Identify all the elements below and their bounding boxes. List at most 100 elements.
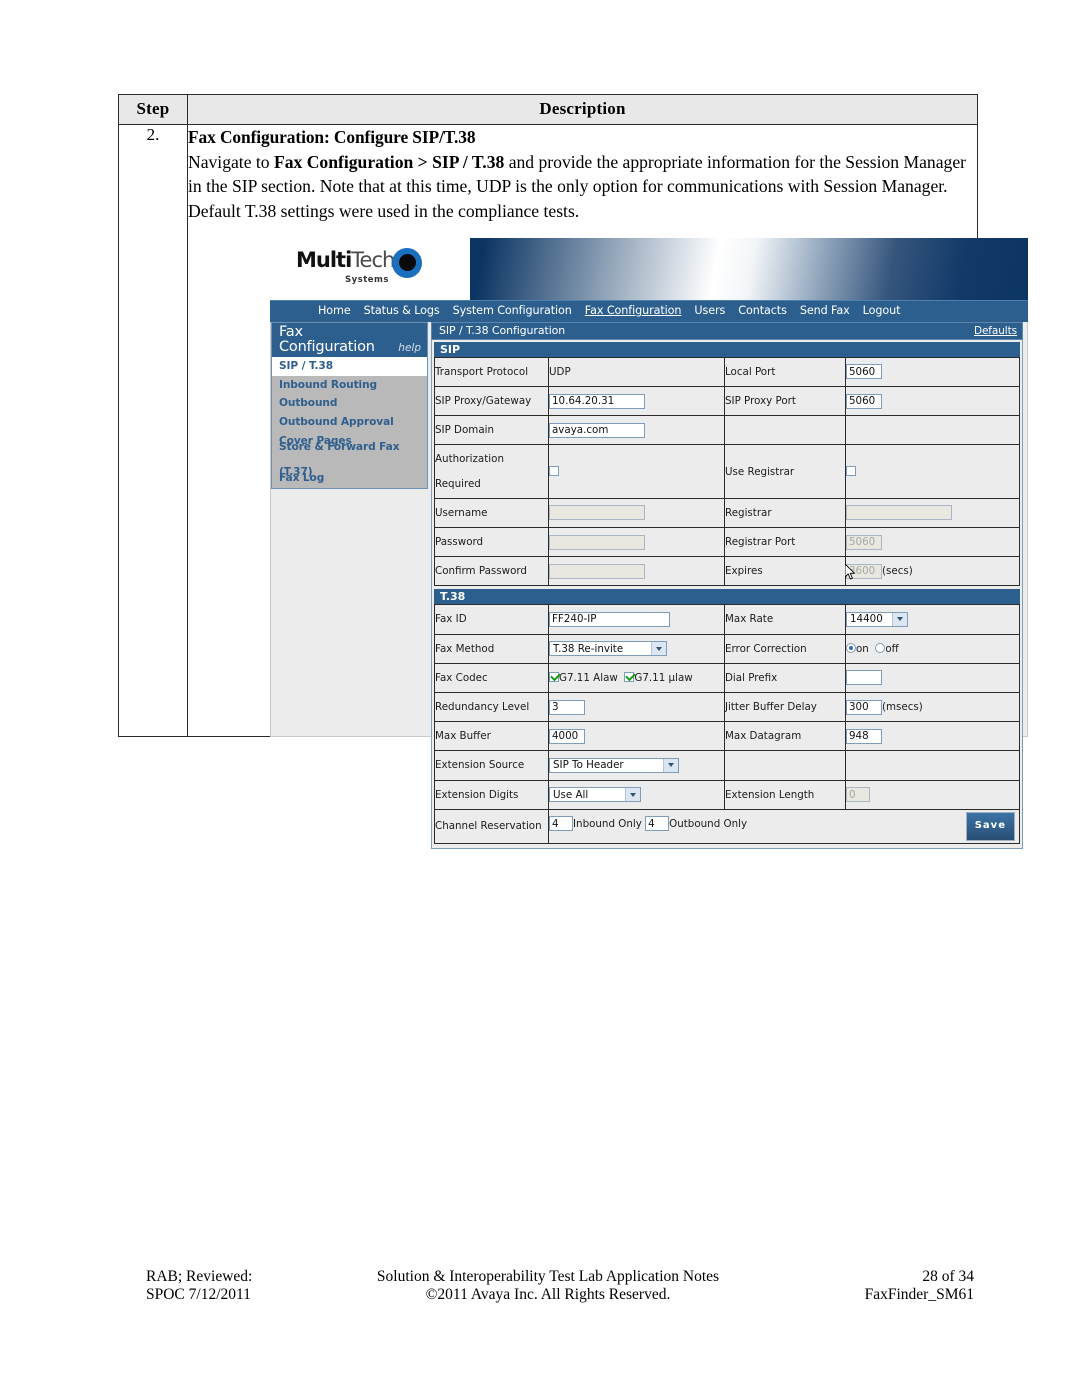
extension-digits-value: Use All [553,788,589,801]
error-correction-off-label: off [885,642,899,655]
extension-length-input[interactable] [846,787,870,803]
label-expires: Expires [724,556,846,587]
redundancy-level-input[interactable] [549,699,585,715]
sip-proxy-gateway-input[interactable] [549,393,645,409]
t38-form: Fax ID Max Rate 14400 [434,604,1020,845]
step-body: Navigate to Fax Configuration > SIP / T.… [188,150,977,223]
nav-item-users[interactable]: Users [694,299,725,323]
channel-outbound-input[interactable] [645,816,670,832]
form-row-fax-codec: Fax Codec G7.11 Alaw G7.11 µlaw Dial Pre… [434,662,1020,694]
max-datagram-input[interactable] [846,728,882,744]
local-port-input[interactable] [846,364,882,380]
label-extension-source: Extension Source [434,750,549,781]
label-password: Password [434,527,549,558]
form-row-channel-reservation: Channel Reservation Inbound Only Outboun… [434,808,1020,845]
sidebar: Fax Configuration help SIP / T.38 Inboun… [271,321,428,736]
label-username: Username [434,497,549,529]
logo-wordmark: MultiTech’ [296,249,401,270]
expires-input[interactable] [846,563,882,579]
label-redundancy-level: Redundancy Level [434,692,549,723]
label-jitter-buffer-delay: Jitter Buffer Delay [724,692,846,723]
form-row-authorization: Authorization Required Use Registrar [434,444,1020,499]
nav-item-send-fax[interactable]: Send Fax [800,299,850,323]
footer-document-title: Solution & Interoperability Test Lab App… [376,1268,720,1285]
dial-prefix-input[interactable] [846,670,882,686]
label-sip-domain: SIP Domain [434,415,549,446]
username-input[interactable] [549,505,645,521]
authorization-required-checkbox[interactable] [549,465,559,476]
step-description-table: Step Description 2. Fax Configuration: C… [118,94,1028,850]
error-correction-on-label: on [856,642,869,655]
use-registrar-checkbox[interactable] [846,465,856,476]
nav-item-home[interactable]: Home [318,299,351,323]
label-fax-method: Fax Method [434,633,549,664]
label-extension-length: Extension Length [724,779,846,810]
sip-section-header: SIP [434,341,1020,357]
main-content: SIP / T.38 Configuration Defaults SIP Tr… [428,319,1027,850]
registrar-input[interactable] [846,505,952,521]
registrar-port-input[interactable] [846,534,882,550]
fax-method-value: T.38 Re-invite [553,642,624,655]
max-rate-value: 14400 [850,613,883,626]
sip-proxy-port-input[interactable] [846,393,882,409]
form-row-fax-id: Fax ID Max Rate 14400 [434,604,1020,635]
label-transport-protocol: Transport Protocol [434,356,549,388]
logo-systems: Systems [345,274,389,285]
codec-alaw-checkbox[interactable] [549,671,559,682]
step-body-emphasis: Fax Configuration > SIP / T.38 [273,152,505,173]
nav-item-fax-configuration[interactable]: Fax Configuration [585,299,682,323]
chevron-down-icon [663,758,678,772]
table-header-row: Step Description [118,94,978,125]
extension-digits-select[interactable]: Use All [549,787,641,803]
label-confirm-password: Confirm Password [434,556,549,587]
form-row-extension-source: Extension Source SIP To Header [434,750,1020,781]
label-registrar: Registrar [724,497,846,529]
help-link[interactable]: help [398,336,421,360]
form-row-redundancy: Redundancy Level Jitter Buffer Delay (ms… [434,692,1020,723]
multitech-logo: MultiTech’ Systems [296,247,422,285]
nav-item-logout[interactable]: Logout [863,299,901,323]
table-row: 2. Fax Configuration: Configure SIP/T.38… [118,124,1028,850]
footer-row-2: SPOC 7/12/2011 ©2011 Avaya Inc. All Righ… [118,1286,978,1304]
defaults-link[interactable]: Defaults [974,319,1017,343]
footer-spoc-date: SPOC 7/12/2011 [146,1286,251,1303]
extension-source-select[interactable]: SIP To Header [549,757,679,773]
value-transport-protocol: UDP [549,365,571,378]
codec-ulaw-checkbox[interactable] [624,671,635,682]
footer-reviewed-by: RAB; Reviewed: [146,1268,253,1285]
fax-id-input[interactable] [549,611,670,627]
nav-item-status-logs[interactable]: Status & Logs [364,299,440,323]
footer-document-id: FaxFinder_SM61 [864,1286,974,1303]
step-number: 2. [118,124,188,737]
label-fax-codec: Fax Codec [434,662,549,694]
label-registrar-port: Registrar Port [724,527,846,558]
chevron-down-icon [892,612,907,626]
sidebar-header: Fax Configuration help [271,321,428,360]
max-buffer-input[interactable] [549,728,585,744]
sip-domain-input[interactable] [549,422,645,438]
form-row-max-buffer: Max Buffer Max Datagram [434,721,1020,752]
faxfinder-web-ui-screenshot: MultiTech’ Systems Home Status & Logs Sy… [270,237,1028,850]
channel-outbound-label: Outbound Only [669,817,748,830]
channel-inbound-label: Inbound Only [573,817,642,830]
jitter-buffer-delay-input[interactable] [846,699,882,715]
banner-sheen [450,237,1028,300]
error-correction-off-radio[interactable] [875,642,886,653]
save-button[interactable]: Save [965,811,1015,842]
fax-method-select[interactable]: T.38 Re-invite [549,641,667,657]
confirm-password-input[interactable] [549,563,645,579]
max-rate-select[interactable]: 14400 [846,611,908,627]
jitter-units: (msecs) [882,701,923,714]
form-row-password: Password Registrar Port [434,527,1020,558]
form-row-transport-local-port: Transport Protocol UDP Local Port [434,356,1020,388]
label-max-rate: Max Rate [724,604,846,635]
channel-inbound-input[interactable] [549,816,573,832]
label-max-buffer: Max Buffer [434,721,549,752]
chevron-down-icon [651,642,666,656]
codec-ulaw-label: G7.11 µlaw [634,671,693,684]
form-row-extension-digits: Extension Digits Use All Extension Lengt… [434,779,1020,810]
password-input[interactable] [549,534,645,550]
nav-item-contacts[interactable]: Contacts [738,299,787,323]
panel-title: SIP / T.38 Configuration [439,323,566,337]
error-correction-on-radio[interactable] [846,642,856,653]
